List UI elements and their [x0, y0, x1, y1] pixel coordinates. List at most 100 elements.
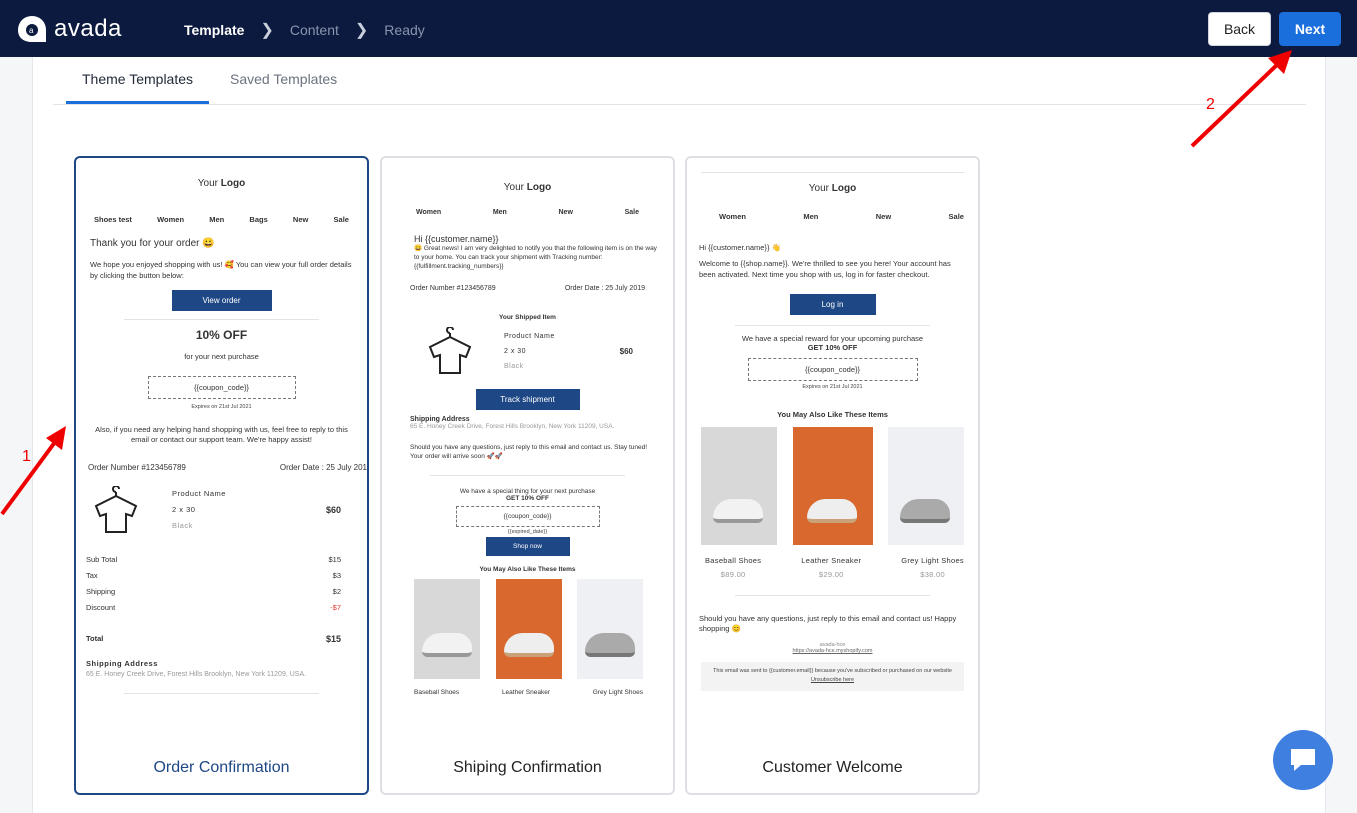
- preview-discount-sub: for your next purchase: [184, 352, 259, 361]
- next-button[interactable]: Next: [1279, 12, 1341, 46]
- preview-questions: Should you have any questions, just repl…: [410, 444, 648, 460]
- template-card-customer-welcome[interactable]: Your Logo Women Men New Sale Hi {{customer.…: [685, 156, 980, 795]
- preview-track-shipment-button: Track shipment: [475, 389, 580, 410]
- app-name: avada: [54, 15, 122, 42]
- preview-also-like: You May Also Like These Items: [479, 566, 576, 573]
- preview-expires: Expires on 21st Jul 2021: [191, 404, 252, 410]
- step-template[interactable]: Template: [184, 22, 244, 38]
- preview-expired: {{expired_date}}: [507, 529, 548, 535]
- preview-item-images: [701, 427, 964, 545]
- product-color: Black: [504, 362, 524, 370]
- template-card-order-confirmation[interactable]: Your Logo Shoes test Women Men Bags New Sale …: [74, 156, 369, 795]
- item-grey-light-shoes: Grey Light Shoes $38.00: [901, 556, 964, 579]
- preview-greeting: Thank you for your order 😀: [90, 238, 215, 249]
- preview-greeting: Hi {{customer.name}}: [414, 234, 499, 244]
- main-panel: Theme Templates Saved Templates Your Log…: [32, 57, 1326, 813]
- preview-shipping-address: 65 E. Honey Creek Drive, Forest Hills Br…: [86, 671, 307, 678]
- product-size: 2 x 30: [504, 347, 527, 355]
- annotation-label-2: 2: [1206, 96, 1215, 113]
- top-bar: a avada Template ❯ Content ❯ Ready Back …: [0, 0, 1357, 57]
- template-preview: Your Logo Women Men New Sale Hi {{customer.…: [396, 172, 659, 696]
- preview-login-button: Log in: [789, 294, 876, 315]
- tab-saved-templates[interactable]: Saved Templates: [230, 71, 337, 101]
- template-title: Order Confirmation: [153, 759, 290, 776]
- preview-reward: We have a special reward for your upcomi…: [741, 334, 924, 343]
- preview-view-order-button: View order: [171, 290, 272, 311]
- preview-shipping-title: Shipping Address: [410, 416, 470, 423]
- preview-footer-text: This email was sent to {{customer.email}…: [713, 668, 952, 674]
- preview-intro: We hope you enjoyed shopping with us! 🥰 …: [90, 260, 352, 280]
- avada-logo-icon: a: [16, 14, 48, 44]
- product-price: $60: [619, 346, 633, 356]
- preview-coupon: {{coupon_code}}: [747, 358, 918, 381]
- back-button[interactable]: Back: [1208, 12, 1271, 46]
- template-preview: Your Logo Shoes test Women Men Bags New Sale …: [86, 172, 367, 702]
- preview-shop-url: https://avada-hce.myshopify.com: [792, 648, 873, 654]
- preview-logo: Your Logo: [503, 182, 552, 193]
- item-baseball-shoes: Baseball Shoes $89.00: [705, 556, 762, 579]
- preview-coupon: {{coupon_code}}: [455, 506, 600, 527]
- product-size: 2 x 30: [172, 505, 196, 514]
- annotation-arrow-2: [1190, 50, 1292, 148]
- preview-special: We have a special thing for your next pu…: [459, 488, 596, 495]
- preview-nav: Shoes test Women Men Bags New Sale: [94, 215, 349, 224]
- template-card-shiping-confirmation[interactable]: Your Logo Women Men New Sale Hi {{customer.…: [380, 156, 675, 795]
- annotation-arrow-1: [0, 426, 66, 516]
- preview-order-info: Order Number #123456789 Order Date : 25 J…: [410, 285, 645, 292]
- divider: [124, 319, 319, 320]
- preview-product: Product Name 2 x 30 Black $60: [90, 486, 353, 534]
- leather-sneaker-image: [495, 579, 562, 679]
- preview-expires: Expires on 21st Jul 2021: [802, 384, 863, 390]
- grey-light-shoes-image: [888, 427, 964, 545]
- divider: [735, 595, 930, 596]
- divider: [124, 693, 319, 694]
- preview-shop-now-button: Shop now: [485, 537, 570, 556]
- preview-item-names: Baseball Shoes Leather Sneaker Grey Light …: [414, 689, 643, 696]
- divider: [735, 325, 930, 326]
- preview-also-like: You May Also Like These Items: [777, 410, 888, 419]
- preview-totals: Sub Total $15 Tax $3 Shipping $2 Discount -$…: [86, 555, 341, 644]
- divider: [430, 475, 625, 476]
- leather-sneaker-image: [792, 427, 873, 545]
- template-preview: Your Logo Women Men New Sale Hi {{customer.…: [699, 172, 964, 691]
- step-breadcrumb: Template ❯ Content ❯ Ready: [184, 20, 425, 40]
- template-title: Customer Welcome: [762, 759, 903, 776]
- svg-text:a: a: [29, 26, 34, 35]
- preview-nav: Women Men New Sale: [719, 212, 964, 221]
- product-name: Product Name: [172, 489, 226, 498]
- grey-light-shoes-image: [577, 579, 643, 679]
- preview-coupon: {{coupon_code}}: [147, 376, 296, 399]
- item-leather-sneaker: Leather Sneaker $29.00: [801, 556, 862, 579]
- baseball-shoes-image: [414, 579, 480, 679]
- preview-questions: Should you have any questions, just repl…: [699, 614, 957, 633]
- divider: [701, 172, 964, 173]
- chat-button[interactable]: [1273, 730, 1333, 790]
- app-logo[interactable]: a avada: [16, 14, 122, 44]
- template-tabs: Theme Templates Saved Templates: [53, 57, 1306, 105]
- preview-intro: 😀 Great news! I am very delighted to not…: [414, 245, 657, 270]
- tshirt-icon: [428, 327, 472, 374]
- preview-item-images: [414, 579, 643, 679]
- preview-logo: Your Logo: [197, 178, 246, 189]
- baseball-shoes-image: [701, 427, 777, 545]
- preview-shipping-address: 65 E. Honey Creek Drive, Forest Hills Br…: [410, 423, 615, 430]
- preview-discount: GET 10% OFF: [807, 343, 858, 352]
- tab-theme-templates[interactable]: Theme Templates: [66, 71, 210, 104]
- preview-shipping-title: Shipping Address: [86, 659, 158, 668]
- preview-nav: Women Men New Sale: [416, 209, 639, 216]
- product-price: $60: [325, 505, 341, 515]
- preview-intro: Welcome to {{shop.name}}. We're thrilled…: [699, 259, 951, 279]
- preview-unsubscribe: Unsubscribe here: [810, 677, 855, 683]
- preview-footer: This email was sent to {{customer.email}…: [701, 662, 964, 691]
- annotation-label-1: 1: [22, 448, 31, 465]
- step-ready[interactable]: Ready: [384, 22, 424, 38]
- preview-discount: 10% OFF: [195, 328, 248, 342]
- product-color: Black: [172, 521, 193, 530]
- chevron-right-icon: ❯: [260, 22, 274, 39]
- step-content[interactable]: Content: [290, 22, 339, 38]
- preview-greeting: Hi {{customer.name}} 👋: [699, 243, 781, 252]
- preview-logo: Your Logo: [808, 183, 857, 194]
- chevron-right-icon: ❯: [354, 22, 369, 39]
- preview-product: Product Name 2 x 30 Black $60: [424, 327, 659, 375]
- preview-item-names: Baseball Shoes $89.00 Leather Sneaker $29.…: [705, 556, 964, 585]
